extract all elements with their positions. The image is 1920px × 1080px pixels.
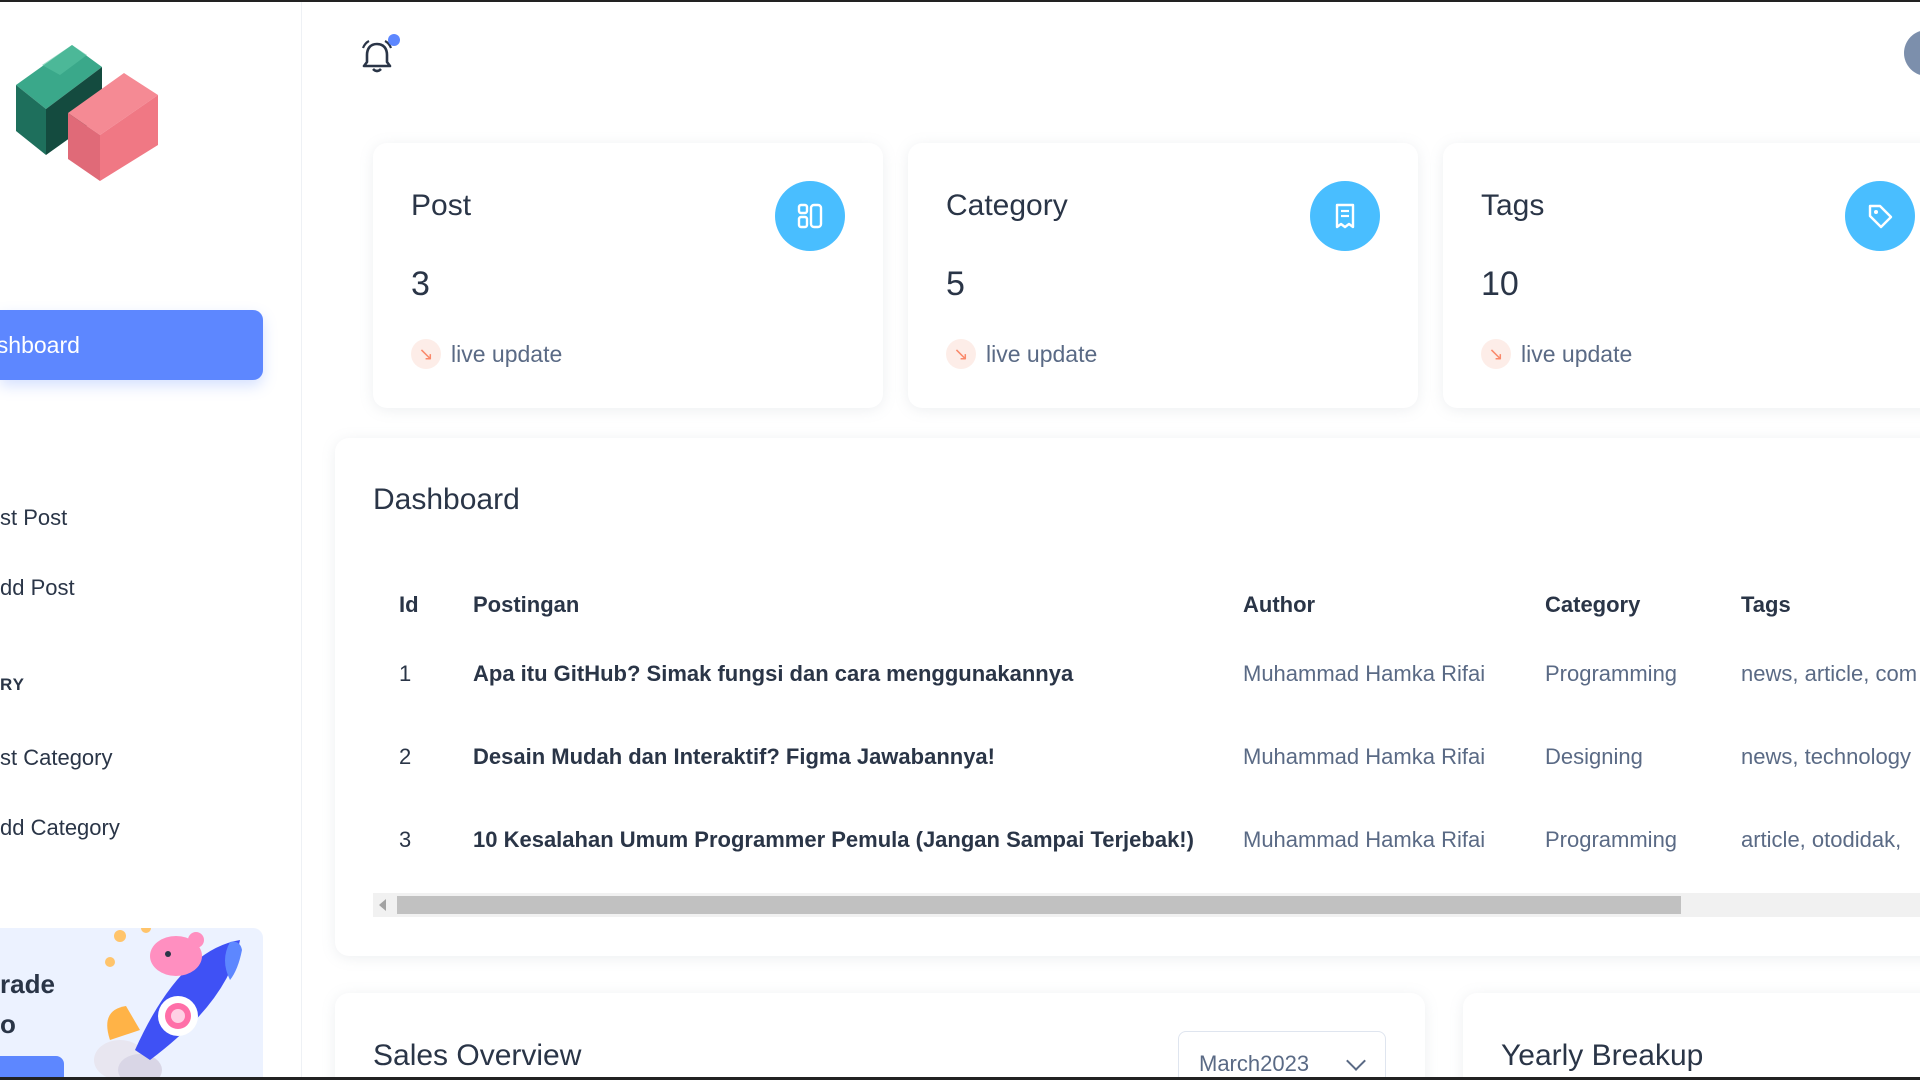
cell-category: Programming — [1545, 826, 1678, 852]
stat-value: 10 — [1481, 265, 1519, 303]
column-header-id[interactable]: Id — [373, 578, 447, 632]
sales-overview-card: Sales Overview March2023 — [335, 993, 1425, 1080]
stat-value: 3 — [411, 265, 430, 303]
sidebar-item-add-post[interactable]: dd Post — [0, 575, 75, 601]
table-row[interactable]: 2 Desain Mudah dan Interaktif? Figma Jaw… — [373, 715, 1920, 798]
sidebar-section-heading: RY — [0, 675, 25, 694]
stat-value: 5 — [946, 265, 965, 303]
table-horizontal-scrollbar[interactable] — [373, 893, 1920, 917]
posts-table: Id Postingan Author Category Tags 1 Apa … — [373, 578, 1920, 881]
brand-logo[interactable] — [12, 25, 172, 185]
table-title: Dashboard — [373, 483, 520, 516]
arrow-down-right-icon: ↘ — [411, 339, 441, 369]
cell-author: Muhammad Hamka Rifai — [1243, 826, 1486, 852]
scroll-left-arrow-icon[interactable] — [379, 899, 386, 911]
grid-icon — [775, 181, 845, 251]
yearly-breakup-card: Yearly Breakup — [1463, 993, 1920, 1080]
sidebar-item-list-category[interactable]: st Category — [0, 745, 113, 771]
window-frame-top — [0, 0, 1920, 2]
stat-trend: ↘ live update — [411, 339, 562, 369]
stat-title: Tags — [1481, 189, 1545, 222]
stat-trend: ↘ live update — [1481, 339, 1632, 369]
cell-author: Muhammad Hamka Rifai — [1243, 660, 1486, 686]
month-select[interactable]: March2023 — [1178, 1031, 1386, 1080]
column-header-postingan[interactable]: Postingan — [447, 578, 1217, 632]
upgrade-title-line1: rade — [0, 969, 55, 999]
column-header-category[interactable]: Category — [1519, 578, 1715, 632]
tag-icon — [1845, 181, 1915, 251]
sidebar-item-label: ashboard — [0, 332, 80, 358]
stat-trend: ↘ live update — [946, 339, 1097, 369]
sidebar-item-list-post[interactable]: st Post — [0, 505, 67, 531]
rocket-illustration — [94, 928, 242, 1080]
table-row[interactable]: 1 Apa itu GitHub? Simak fungsi dan cara … — [373, 632, 1920, 715]
upgrade-card: rade o — [0, 928, 263, 1080]
stat-trend-label: live update — [1521, 340, 1633, 367]
cell-post: Apa itu GitHub? Simak fungsi dan cara me… — [473, 660, 1074, 686]
table-row[interactable]: 3 10 Kesalahan Umum Programmer Pemula (J… — [373, 798, 1920, 881]
arrow-down-right-icon: ↘ — [1481, 339, 1511, 369]
cell-post: Desain Mudah dan Interaktif? Figma Jawab… — [473, 743, 995, 769]
stat-card-category: Category 5 ↘ live update — [908, 143, 1418, 408]
arrow-down-right-icon: ↘ — [946, 339, 976, 369]
cell-tags: article, otodidak, — [1741, 826, 1902, 852]
upgrade-title: rade o — [0, 964, 55, 1044]
cell-category: Programming — [1545, 660, 1678, 686]
cell-id: 2 — [399, 743, 412, 769]
document-icon — [1310, 181, 1380, 251]
stat-trend-label: live update — [986, 340, 1098, 367]
stat-card-post: Post 3 ↘ live update — [373, 143, 883, 408]
stat-title: Category — [946, 189, 1068, 222]
cell-post: 10 Kesalahan Umum Programmer Pemula (Jan… — [473, 826, 1194, 852]
cell-category: Designing — [1545, 743, 1643, 769]
table-header-row: Id Postingan Author Category Tags — [373, 578, 1920, 632]
cell-author: Muhammad Hamka Rifai — [1243, 743, 1486, 769]
cell-tags: news, technology — [1741, 743, 1911, 769]
cell-id: 3 — [399, 826, 412, 852]
dashboard-table-card: Dashboard Id Postingan Author Category T… — [335, 438, 1920, 956]
sidebar-item-add-category[interactable]: dd Category — [0, 815, 120, 841]
scroll-thumb[interactable] — [397, 896, 1681, 914]
sales-overview-title: Sales Overview — [373, 1039, 582, 1072]
stat-title: Post — [411, 189, 472, 222]
sidebar-item-dashboard[interactable]: ashboard — [0, 310, 263, 380]
cell-tags: news, article, com — [1741, 660, 1918, 686]
month-select-value: March2023 — [1199, 1051, 1310, 1076]
chevron-down-icon — [1346, 1051, 1366, 1071]
sidebar: ashboard st Post dd Post RY st Category … — [0, 0, 302, 1080]
yearly-breakup-title: Yearly Breakup — [1501, 1039, 1704, 1072]
notification-dot — [388, 34, 400, 46]
column-header-tags[interactable]: Tags — [1715, 578, 1920, 632]
stat-card-tags: Tags 10 ↘ live update — [1443, 143, 1920, 408]
column-header-author[interactable]: Author — [1217, 578, 1519, 632]
avatar[interactable] — [1904, 30, 1920, 76]
stat-trend-label: live update — [451, 340, 563, 367]
cell-id: 1 — [399, 660, 412, 686]
upgrade-title-line2: o — [0, 1009, 16, 1039]
